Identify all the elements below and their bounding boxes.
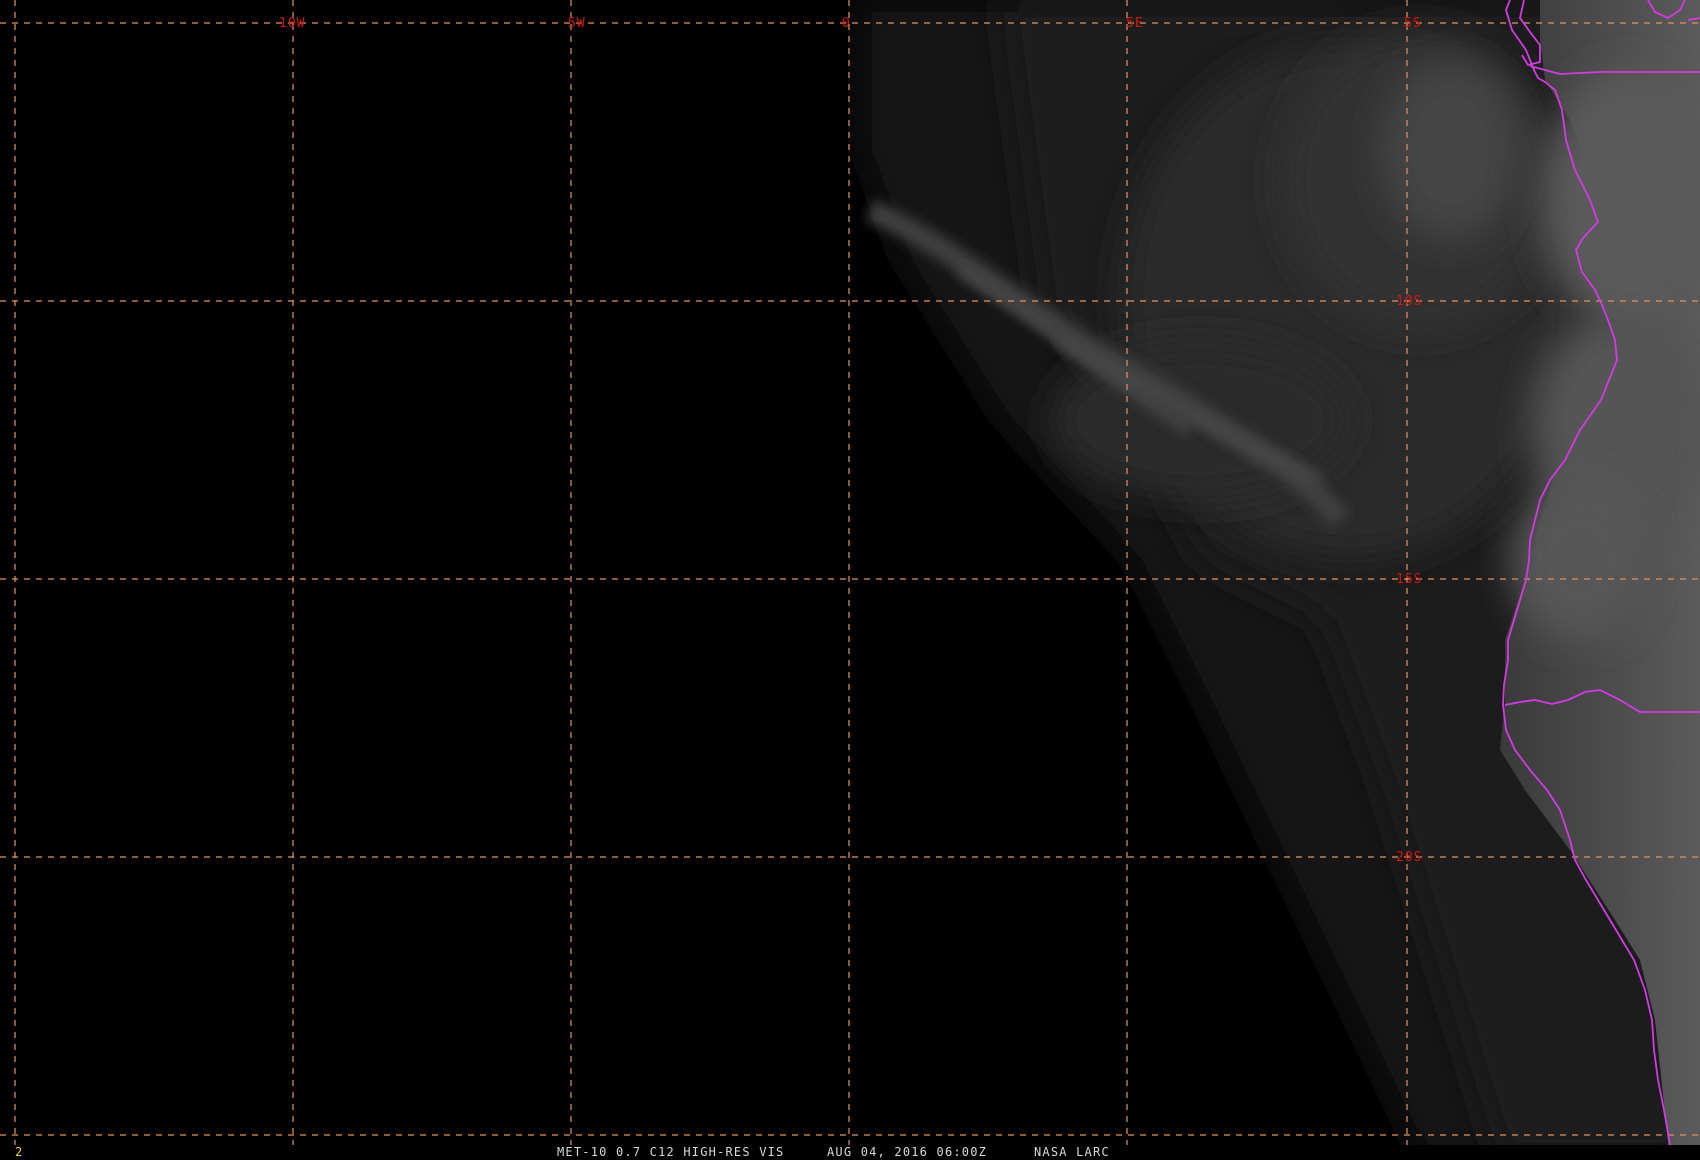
- caption-bar: 2 MET-10 0.7 C12 HIGH-RES VIS AUG 04, 20…: [0, 1145, 1700, 1160]
- longitude-label-10w: 10W: [279, 16, 305, 31]
- frame-number: 2: [15, 1145, 23, 1159]
- longitude-label-5w: 5W: [568, 16, 586, 31]
- longitude-label-0: 0: [842, 16, 851, 31]
- product-label: MET-10 0.7 C12 HIGH-RES VIS: [557, 1145, 785, 1159]
- latitude-label-20s: 20S: [1396, 850, 1422, 865]
- satellite-image-canvas[interactable]: 10W 5W 0 5E 5S 10S 15S 20S: [0, 0, 1700, 1160]
- datetime-label: AUG 04, 2016 06:00Z: [827, 1145, 988, 1159]
- latitude-label-5s: 5S: [1404, 16, 1422, 31]
- satellite-map-viewer[interactable]: 10W 5W 0 5E 5S 10S 15S 20S 2 MET-10 0.7 …: [0, 0, 1700, 1160]
- latitude-label-10s: 10S: [1396, 294, 1422, 309]
- latitude-label-15s: 15S: [1396, 572, 1422, 587]
- visible-satellite-imagery: [0, 0, 1700, 1160]
- longitude-label-5e: 5E: [1126, 16, 1144, 31]
- credit-label: NASA LARC: [1034, 1145, 1110, 1159]
